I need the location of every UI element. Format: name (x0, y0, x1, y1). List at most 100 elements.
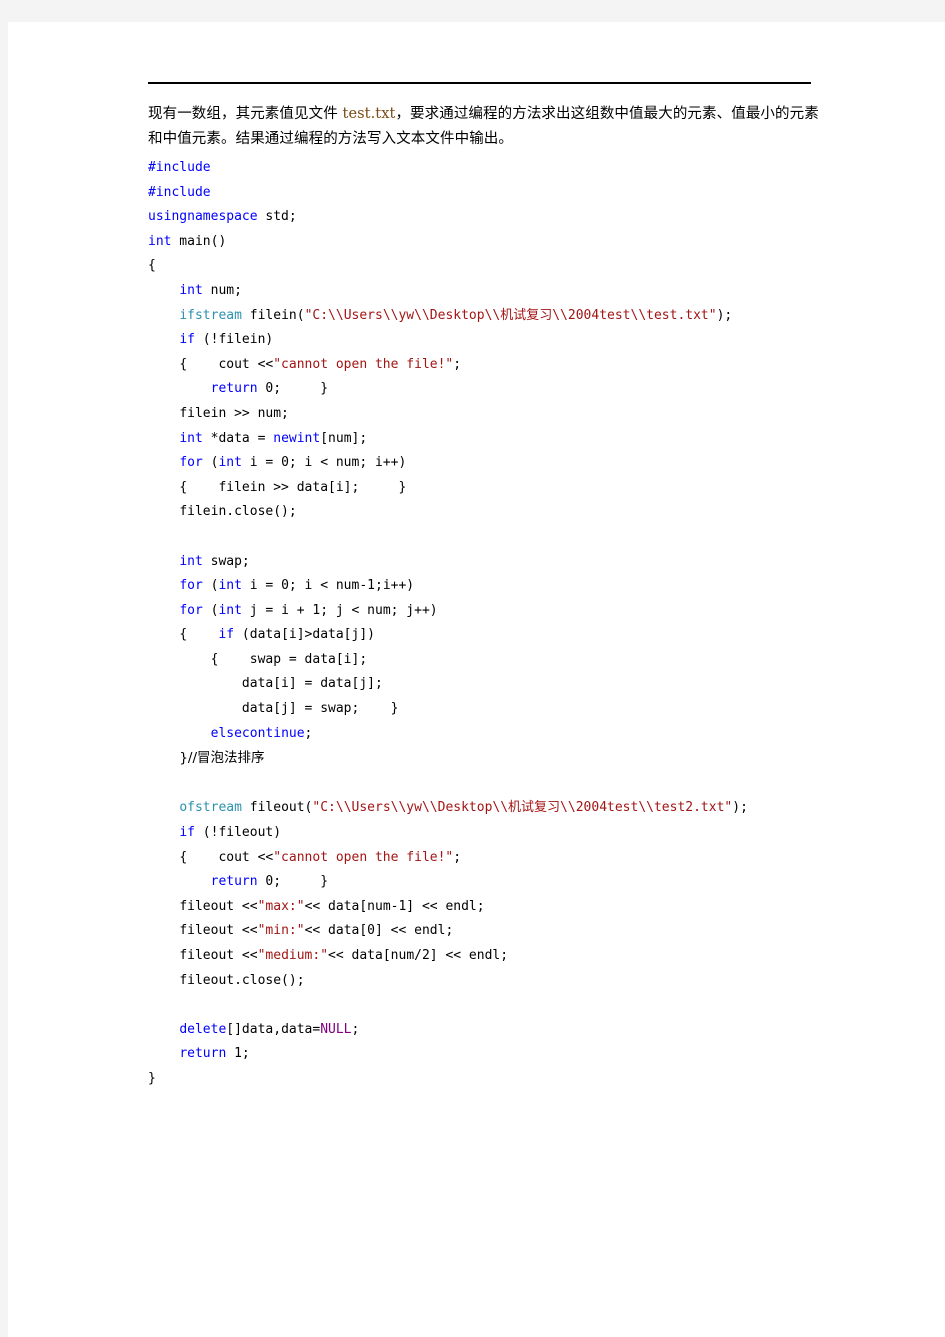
code-line: delete[]data,data=NULL; (148, 1018, 828, 1043)
code-line: { cout <<"cannot open the file!"; (148, 353, 828, 378)
code-token: { (148, 258, 156, 274)
code-token: #include (148, 184, 211, 200)
code-token: filein( (241, 307, 305, 323)
code-token: "medium:" (257, 948, 329, 963)
code-line: elsecontinue; (148, 722, 828, 747)
code-token: for (179, 455, 203, 471)
code-token: int (179, 553, 203, 569)
code-token: { (179, 627, 219, 643)
document-page: 现有一数组，其元素值见文件 test.txt，要求通过编程的方法求出这组数中值最… (8, 22, 945, 1337)
code-block: #include #include usingnamespace std; int m… (148, 156, 828, 1092)
code-line: return 0; } (148, 377, 828, 402)
code-line: return 0; } (148, 870, 828, 895)
code-token: int (148, 233, 172, 249)
code-line: ofstream fileout("C:\\Users\\yw\\Desktop… (148, 796, 828, 821)
code-token: ofstream (179, 800, 242, 816)
code-token: "max:" (257, 898, 305, 914)
code-token: i = 0; i < num; i++) (241, 455, 407, 471)
code-token: << data[num/2] << endl; (328, 948, 509, 963)
code-token: 0; } (257, 874, 329, 890)
code-token: filein.close(); (179, 504, 297, 520)
code-line: int swap; (148, 550, 828, 575)
code-token: ; (453, 356, 462, 372)
code-line: #include (148, 156, 828, 181)
code-token: ifstream (179, 307, 242, 323)
code-token: { swap = data[i]; (210, 651, 368, 667)
code-token: int (218, 455, 242, 471)
code-token: 1; (226, 1046, 250, 1062)
code-token: { filein >> data[i]; } (179, 479, 407, 495)
code-token: return (210, 874, 258, 890)
code-token: return (210, 381, 258, 397)
code-token: filein >> num; (179, 405, 289, 421)
code-token: fileout << (179, 923, 258, 939)
code-token: newint (273, 430, 321, 446)
code-token: NULL (320, 1021, 352, 1037)
code-token: << data[0] << endl; (304, 923, 454, 939)
code-line: data[i] = data[j]; (148, 672, 828, 697)
code-token: std; (257, 209, 297, 225)
code-token: ( (202, 455, 219, 471)
code-token: "cannot open the file!" (273, 356, 454, 372)
code-line: return 1; (148, 1042, 828, 1067)
code-line: fileout <<"max:"<< data[num-1] << endl; (148, 895, 828, 920)
code-line: fileout.close(); (148, 969, 828, 994)
code-token: ); (716, 307, 733, 323)
code-line: { cout <<"cannot open the file!"; (148, 846, 828, 871)
code-line: ifstream filein("C:\\Users\\yw\\Desktop\… (148, 304, 828, 329)
code-line: #include (148, 181, 828, 206)
code-token: ; (304, 725, 313, 741)
code-line: }//冒泡法排序 (148, 746, 828, 772)
code-token: fileout.close(); (179, 972, 305, 988)
code-token: delete (179, 1021, 227, 1037)
code-token: #include (148, 160, 211, 175)
code-token: ( (202, 602, 219, 618)
code-token: ; (453, 849, 462, 865)
code-line: for (int i = 0; i < num; i++) (148, 451, 828, 476)
code-token: swap; (202, 553, 250, 569)
code-line: { filein >> data[i]; } (148, 476, 828, 501)
code-token: "C:\\Users\\yw\\Desktop\\机试复习\\2004test\… (304, 307, 717, 323)
page-surround-left (0, 0, 8, 1337)
code-token: { cout << (179, 356, 274, 372)
code-token: int (218, 602, 242, 618)
code-line: filein.close(); (148, 500, 828, 525)
code-token: int (218, 578, 242, 594)
code-token: data[i] = data[j]; (241, 676, 383, 692)
code-token: (data[i]>data[j]) (234, 627, 375, 643)
code-token: { cout << (179, 849, 274, 865)
code-line: if (!filein) (148, 328, 828, 353)
page-surround-top (0, 0, 945, 22)
code-token: usingnamespace (148, 209, 258, 225)
code-token: return (179, 1046, 227, 1062)
code-token: *data = (202, 430, 274, 446)
code-line: { if (data[i]>data[j]) (148, 623, 828, 648)
code-line: { swap = data[i]; (148, 648, 828, 673)
code-token: main() (171, 233, 227, 249)
code-line: usingnamespace std; (148, 205, 828, 230)
